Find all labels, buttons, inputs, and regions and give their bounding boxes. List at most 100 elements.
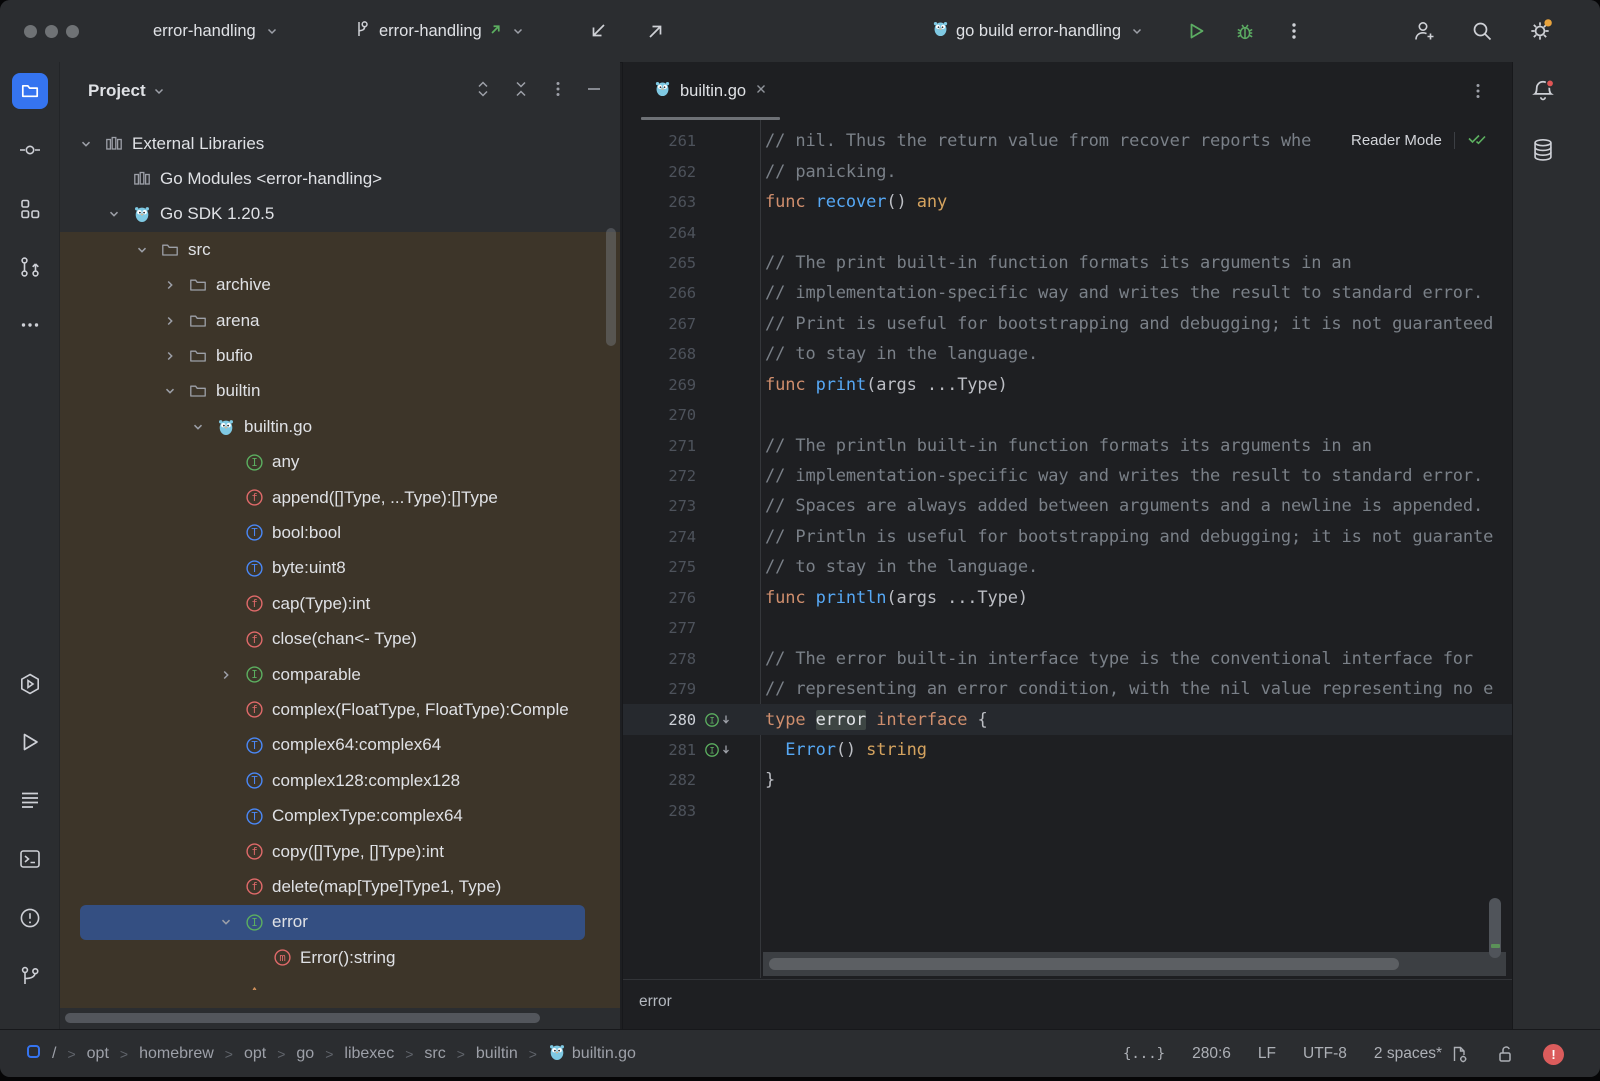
code-text[interactable]: type error interface { (760, 710, 1512, 730)
editor-options-button[interactable] (1466, 79, 1490, 103)
code-line-262[interactable]: 262// panicking. (623, 156, 1512, 186)
tree-item-go-sdk-1-20-5[interactable]: Go SDK 1.20.5 (60, 197, 620, 232)
code-line-277[interactable]: 277 (623, 613, 1512, 643)
code-text[interactable]: func recover() any (760, 192, 1512, 212)
line-number[interactable]: 265 (623, 254, 696, 272)
code-text[interactable]: // implementation-specific way and write… (760, 466, 1512, 486)
tool-commit-button[interactable] (0, 132, 60, 168)
push-commits-button[interactable] (640, 15, 672, 47)
file-lock-widget[interactable] (1496, 1044, 1516, 1064)
code-text[interactable]: // to stay in the language. (760, 344, 1512, 364)
tree-item-byte-uint8[interactable]: Tbyte:uint8 (60, 551, 620, 586)
line-number[interactable]: 274 (623, 528, 696, 546)
chevron-right-icon[interactable] (162, 348, 178, 364)
tool-todo-button[interactable] (0, 782, 60, 818)
line-number[interactable]: 277 (623, 619, 696, 637)
code-text[interactable]: // Spaces are always added between argum… (760, 496, 1512, 516)
line-number[interactable]: 279 (623, 680, 696, 698)
run-configuration-widget[interactable]: go build error-handling (932, 0, 1144, 62)
search-everywhere-button[interactable] (1466, 15, 1498, 47)
line-number[interactable]: 266 (623, 284, 696, 302)
editor-vertical-scrollbar[interactable] (1489, 898, 1501, 958)
status-path-item[interactable]: builtin (476, 1045, 518, 1063)
tool-run-button[interactable] (0, 724, 60, 760)
code-line-283[interactable]: 283 (623, 796, 1512, 826)
tree-item-delete-map-type-type1-type[interactable]: fdelete(map[Type]Type1, Type) (60, 869, 620, 904)
line-number[interactable]: 268 (623, 345, 696, 363)
status-path-item[interactable]: / (52, 1045, 56, 1063)
chevron-down-icon[interactable] (78, 136, 94, 152)
line-number[interactable]: 282 (623, 771, 696, 789)
tree-item-go-modules-error-handling[interactable]: Go Modules <error-handling> (60, 161, 620, 196)
line-number[interactable]: 263 (623, 193, 696, 211)
status-path-item[interactable]: opt (244, 1045, 266, 1063)
collapse-all-button[interactable] (511, 79, 531, 104)
tool-project-button[interactable] (0, 73, 60, 109)
code-text[interactable]: // Print is useful for bootstrapping and… (760, 314, 1512, 334)
code-line-263[interactable]: 263 func recover() any (623, 187, 1512, 217)
code-line-272[interactable]: 272 // implementation-specific way and wr… (623, 461, 1512, 491)
notifications-button[interactable] (1525, 73, 1561, 109)
line-number[interactable]: 280 (623, 711, 696, 729)
debug-button[interactable] (1229, 15, 1261, 47)
code-line-275[interactable]: 275// to stay in the language. (623, 552, 1512, 582)
tree-item-archive[interactable]: archive (60, 268, 620, 303)
tree-item-error[interactable]: Ierror (80, 905, 585, 940)
tree-item-complex64-complex64[interactable]: Tcomplex64:complex64 (60, 728, 620, 763)
line-number[interactable]: 264 (623, 224, 696, 242)
tree-item-bufio[interactable]: bufio (60, 338, 620, 373)
code-line-279[interactable]: 279// representing an error condition, w… (623, 674, 1512, 704)
tool-problems-button[interactable] (0, 900, 60, 936)
settings-button[interactable] (1524, 15, 1556, 47)
reader-mode-widget[interactable]: Reader Mode (1339, 126, 1495, 154)
run-button[interactable] (1180, 15, 1212, 47)
chevron-down-icon[interactable] (134, 242, 150, 258)
breadcrumb-element[interactable]: error (639, 993, 672, 1011)
window-close-button[interactable] (24, 25, 37, 38)
encoding-widget[interactable]: UTF-8 (1303, 1045, 1347, 1063)
chevron-down-icon[interactable] (218, 914, 234, 930)
editor-horizontal-scrollbar[interactable] (769, 958, 1399, 970)
tab-builtin-go[interactable]: builtin.go (641, 62, 780, 120)
status-path-item[interactable]: src (424, 1045, 445, 1063)
code-line-270[interactable]: 270 (623, 400, 1512, 430)
more-actions-button[interactable] (1278, 15, 1310, 47)
window-controls[interactable] (24, 0, 79, 62)
code-line-265[interactable]: 265 // The print built-in function format… (623, 248, 1512, 278)
inspections-ok-icon[interactable] (1467, 130, 1489, 151)
code-line-282[interactable]: 282} (623, 765, 1512, 795)
implementations-gutter-icon[interactable]: I (696, 742, 760, 758)
tree-item-complex-floattype-floattype-comple[interactable]: fcomplex(FloatType, FloatType):Comple (60, 692, 620, 727)
code-text[interactable]: // The print built-in function formats i… (760, 253, 1512, 273)
code-text[interactable]: // implementation-specific way and write… (760, 283, 1512, 303)
code-style-widget[interactable]: {...} (1123, 1046, 1165, 1062)
line-number[interactable]: 272 (623, 467, 696, 485)
tree-item-complex128-complex128[interactable]: Tcomplex128:complex128 (60, 763, 620, 798)
implementations-gutter-icon[interactable]: I (696, 712, 760, 728)
update-project-button[interactable] (582, 15, 614, 47)
line-number[interactable]: 281 (623, 741, 696, 759)
line-number[interactable]: 261 (623, 132, 696, 150)
code-text[interactable]: // panicking. (760, 162, 1512, 182)
indent-widget[interactable]: 2 spaces* (1374, 1044, 1469, 1064)
chevron-down-icon[interactable] (106, 206, 122, 222)
chevron-right-icon[interactable] (162, 313, 178, 329)
code-line-264[interactable]: 264 (623, 217, 1512, 247)
tool-git-button[interactable] (0, 959, 60, 995)
code-text[interactable]: func println(args ...Type) (760, 588, 1512, 608)
tree-item-close-chan-type[interactable]: fclose(chan<- Type) (60, 621, 620, 656)
code-line-276[interactable]: 276 func println(args ...Type) (623, 583, 1512, 613)
tree-item-partial[interactable] (60, 975, 620, 990)
code-editor[interactable]: 261// nil. Thus the return value from re… (623, 126, 1512, 826)
tree-item-builtin-go[interactable]: builtin.go (60, 409, 620, 444)
window-minimize-button[interactable] (45, 25, 58, 38)
window-zoom-button[interactable] (66, 25, 79, 38)
status-path-item[interactable]: homebrew (139, 1045, 214, 1063)
status-path-item[interactable]: libexec (344, 1045, 394, 1063)
chevron-right-icon[interactable] (162, 277, 178, 293)
status-path-item[interactable]: opt (87, 1045, 109, 1063)
line-number[interactable]: 276 (623, 589, 696, 607)
project-panel-title[interactable]: Project (88, 81, 166, 101)
line-number[interactable]: 283 (623, 802, 696, 820)
error-notification-badge[interactable]: ! (1543, 1044, 1564, 1065)
